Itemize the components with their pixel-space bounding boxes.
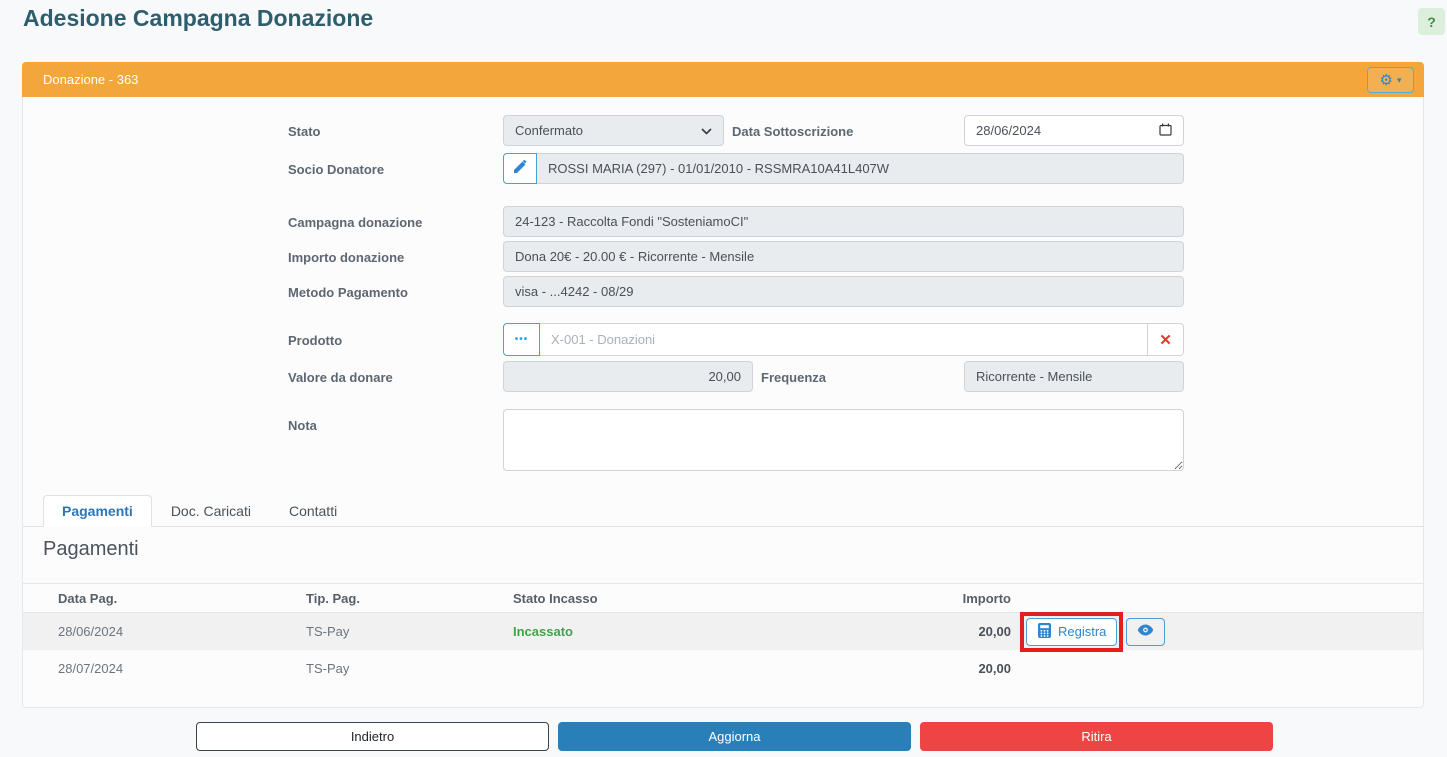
prodotto-input[interactable]: X-001 - Donazioni: [540, 323, 1148, 356]
nota-textarea[interactable]: [503, 409, 1184, 471]
socio-donatore-field: ROSSI MARIA (297) - 01/01/2010 - RSSMRA1…: [537, 153, 1184, 184]
valore-da-donare-value: 20,00: [708, 369, 741, 384]
card-header: Donazione - 363 ⚙ ▾: [22, 62, 1424, 97]
table-header-row: Data Pag. Tip. Pag. Stato Incasso Import…: [23, 583, 1423, 613]
data-sottoscrizione-label: Data Sottoscrizione: [732, 124, 853, 139]
stato-label: Stato: [288, 124, 321, 139]
frequenza-field: Ricorrente - Mensile: [964, 361, 1184, 392]
importo-donazione-value: Dona 20€ - 20.00 € - Ricorrente - Mensil…: [515, 249, 754, 264]
cell-importo: 20,00: [913, 661, 1011, 676]
cell-tip-pag: TS-Pay: [306, 661, 513, 676]
payments-heading: Pagamenti: [43, 538, 139, 561]
donation-card: Donazione - 363 ⚙ ▾ Stato Confermato Dat…: [22, 62, 1424, 708]
prodotto-label: Prodotto: [288, 333, 342, 348]
metodo-pagamento-field: visa - ...4242 - 08/29: [503, 276, 1184, 307]
campagna-donazione-field: 24-123 - Raccolta Fondi "SosteniamoCI": [503, 206, 1184, 237]
nota-label: Nota: [288, 418, 317, 433]
card-header-title: Donazione - 363: [43, 72, 138, 87]
valore-da-donare-field: 20,00: [503, 361, 753, 392]
payments-table: Data Pag. Tip. Pag. Stato Incasso Import…: [23, 583, 1423, 687]
indietro-button[interactable]: Indietro: [196, 722, 549, 751]
tab-bar: Pagamenti Doc. Caricati Contatti: [23, 495, 1423, 527]
cell-stato-incasso: Incassato: [513, 624, 913, 639]
data-sottoscrizione-value: 28/06/2024: [976, 123, 1041, 138]
registra-button-label: Registra: [1058, 624, 1106, 639]
edit-pencil-icon: [513, 160, 527, 177]
cell-data-pag: 28/06/2024: [23, 624, 306, 639]
tab-doc-caricati[interactable]: Doc. Caricati: [152, 495, 270, 527]
prodotto-clear-button[interactable]: ✕: [1148, 323, 1184, 356]
eye-icon: [1137, 624, 1154, 639]
calculator-icon: [1037, 623, 1052, 641]
data-sottoscrizione-input[interactable]: 28/06/2024: [964, 115, 1184, 146]
tab-pagamenti[interactable]: Pagamenti: [43, 495, 152, 527]
importo-donazione-label: Importo donazione: [288, 250, 404, 265]
table-row: 28/06/2024 TS-Pay Incassato 20,00 Regist…: [23, 613, 1423, 650]
frequenza-label: Frequenza: [761, 370, 826, 385]
settings-dropdown-button[interactable]: ⚙ ▾: [1367, 67, 1414, 93]
page-title: Adesione Campagna Donazione: [23, 5, 373, 32]
aggiorna-button[interactable]: Aggiorna: [558, 722, 911, 751]
clear-x-icon: ✕: [1159, 332, 1172, 349]
gear-icon: ⚙: [1380, 73, 1393, 88]
help-button[interactable]: ?: [1418, 8, 1445, 35]
cell-tip-pag: TS-Pay: [306, 624, 513, 639]
importo-donazione-field: Dona 20€ - 20.00 € - Ricorrente - Mensil…: [503, 241, 1184, 272]
stato-select[interactable]: Confermato: [503, 115, 724, 146]
socio-donatore-label: Socio Donatore: [288, 162, 384, 177]
tab-contatti[interactable]: Contatti: [270, 495, 356, 527]
valore-da-donare-label: Valore da donare: [288, 370, 393, 385]
metodo-pagamento-label: Metodo Pagamento: [288, 285, 408, 300]
prodotto-value: X-001 - Donazioni: [551, 332, 655, 347]
ritira-button[interactable]: Ritira: [920, 722, 1273, 751]
ellipsis-icon: •••: [515, 334, 529, 345]
campagna-donazione-label: Campagna donazione: [288, 215, 422, 230]
socio-donatore-value: ROSSI MARIA (297) - 01/01/2010 - RSSMRA1…: [548, 161, 889, 176]
calendar-icon[interactable]: [1159, 123, 1172, 139]
registra-button[interactable]: Registra: [1026, 618, 1117, 646]
cell-data-pag: 28/07/2024: [23, 661, 306, 676]
col-stato-incasso: Stato Incasso: [513, 591, 913, 606]
chevron-down-icon: ▾: [1397, 76, 1402, 85]
table-row: 28/07/2024 TS-Pay 20,00: [23, 650, 1423, 687]
view-payment-button[interactable]: [1126, 618, 1165, 646]
cell-importo: 20,00: [913, 624, 1011, 639]
edit-socio-button[interactable]: [503, 153, 537, 184]
col-data-pag: Data Pag.: [23, 591, 306, 606]
frequenza-value: Ricorrente - Mensile: [976, 369, 1092, 384]
page: Adesione Campagna Donazione ? Donazione …: [0, 0, 1447, 757]
registra-highlight-box: Registra: [1020, 612, 1123, 652]
metodo-pagamento-value: visa - ...4242 - 08/29: [515, 284, 634, 299]
select-caret-icon: [701, 123, 712, 138]
stato-select-value: Confermato: [515, 123, 583, 138]
prodotto-picker-button[interactable]: •••: [503, 323, 540, 356]
col-tip-pag: Tip. Pag.: [306, 591, 513, 606]
col-importo: Importo: [913, 591, 1011, 606]
campagna-donazione-value: 24-123 - Raccolta Fondi "SosteniamoCI": [515, 214, 748, 229]
